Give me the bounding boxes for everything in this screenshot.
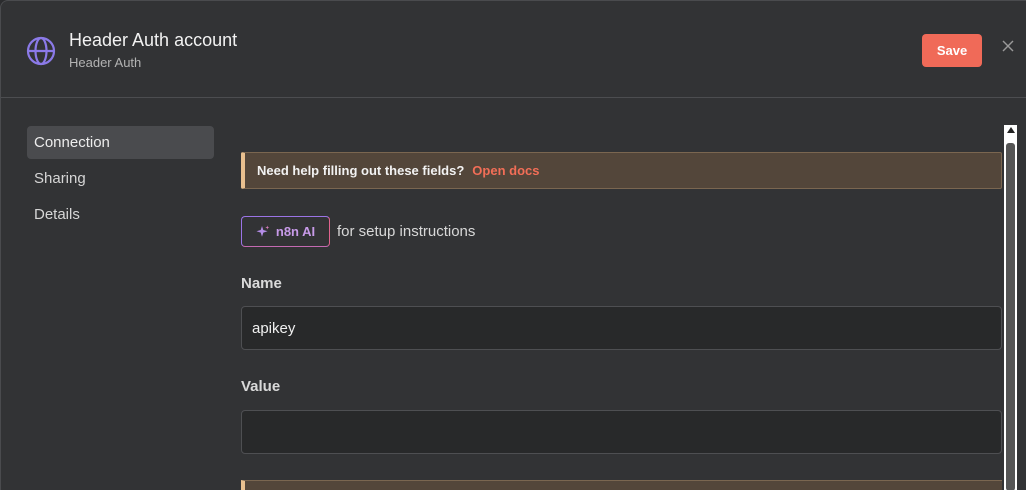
sidebar-item-sharing[interactable]: Sharing [27, 162, 214, 195]
ai-caption: for setup instructions [337, 223, 476, 240]
sidebar-item-details[interactable]: Details [27, 198, 214, 231]
save-button[interactable]: Save [922, 34, 982, 67]
close-icon[interactable] [999, 37, 1017, 55]
value-field[interactable] [241, 410, 1002, 454]
modal-header: Header Auth account Header Auth Save [1, 1, 1026, 98]
connection-panel: Need help filling out these fields? Open… [241, 111, 1002, 490]
secondary-notice [241, 480, 1002, 490]
sparkle-icon [256, 225, 270, 237]
name-field[interactable] [241, 306, 1002, 350]
help-notice-text: Need help filling out these fields? [257, 163, 465, 178]
n8n-ai-button-label: n8n AI [275, 224, 316, 239]
scroll-thumb[interactable] [1006, 143, 1015, 490]
sidebar-nav: Connection Sharing Details [27, 126, 214, 234]
name-field-label: Name [241, 275, 282, 292]
sidebar-item-connection[interactable]: Connection [27, 126, 214, 159]
ai-assist-row: n8n AI for setup instructions [241, 216, 475, 247]
scroll-up-arrow-icon[interactable] [1007, 127, 1015, 133]
globe-icon [26, 36, 56, 66]
n8n-ai-button[interactable]: n8n AI [241, 216, 330, 247]
modal-subtitle: Header Auth [69, 55, 142, 70]
credential-modal: Header Auth account Header Auth Save Con… [0, 0, 1026, 490]
content-scrollbar[interactable] [1004, 125, 1017, 490]
modal-title: Header Auth account [69, 30, 238, 50]
value-field-label: Value [241, 378, 281, 395]
help-notice: Need help filling out these fields? Open… [241, 152, 1002, 189]
open-docs-link[interactable]: Open docs [472, 163, 539, 178]
